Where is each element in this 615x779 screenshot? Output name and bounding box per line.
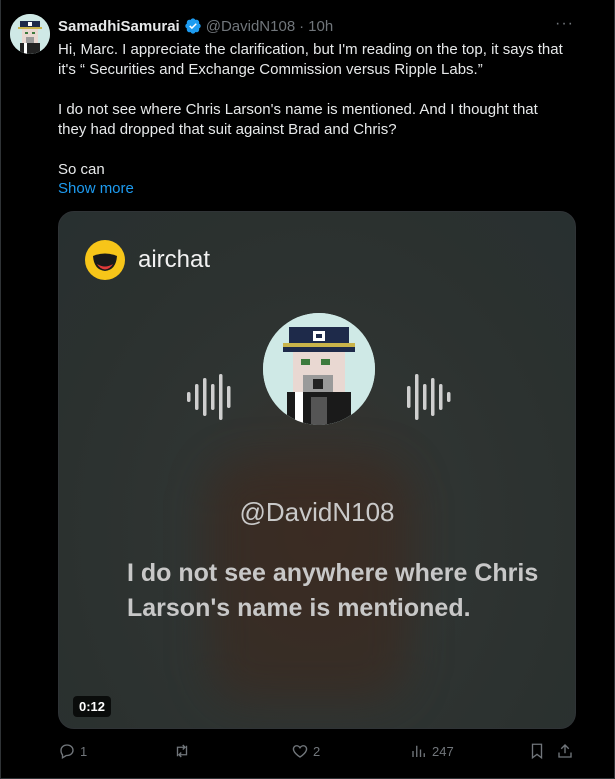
verified-icon [185,18,201,34]
bookmark-button[interactable] [528,740,546,762]
sound-wave-icon [187,374,231,420]
view-count: 247 [432,743,454,759]
bookmark-icon [531,743,543,760]
like-button[interactable]: 2 [291,740,320,762]
airchat-brand: airchat [84,239,210,281]
views-icon [412,745,425,757]
reply-icon [60,744,74,759]
avatar[interactable] [10,14,50,54]
more-icon[interactable]: ··· [555,15,574,33]
share-button[interactable] [556,740,574,762]
display-name[interactable]: SamadhiSamurai [58,18,180,35]
audio-caption: I do not see anywhere where Chris Larson… [127,559,539,622]
sound-wave-icon [407,374,451,420]
video-duration-badge: 0:12 [73,696,112,717]
like-count: 2 [313,743,321,759]
tweet[interactable]: SamadhiSamurai @DavidN108 · 10h ··· Hi, … [0,0,615,779]
share-icon [558,744,572,758]
like-icon [292,745,308,758]
tweet-actions: 1 2 247 [58,740,578,764]
separator: · [299,17,305,35]
tweet-header: SamadhiSamurai @DavidN108 · 10h [58,15,584,37]
tweet-text: Hi, Marc. I appreciate the clarification… [58,41,563,178]
handle[interactable]: @DavidN108 [206,18,295,35]
brand-name: airchat [138,246,211,273]
reply-button[interactable]: 1 [58,740,87,762]
speaker-avatar [263,313,375,425]
show-more-link[interactable]: Show more [58,180,134,197]
repost-icon [176,744,188,758]
airchat-logo [85,240,125,280]
video-media[interactable]: airchat @DavidN108 I do not see anywhere… [58,211,576,729]
speaker-handle: @DavidN108 [239,497,395,527]
views-button[interactable]: 247 [410,740,454,762]
avatar-image [10,14,50,54]
repost-button[interactable] [173,740,195,762]
reply-count: 1 [80,743,88,759]
timestamp[interactable]: 10h [308,18,333,35]
